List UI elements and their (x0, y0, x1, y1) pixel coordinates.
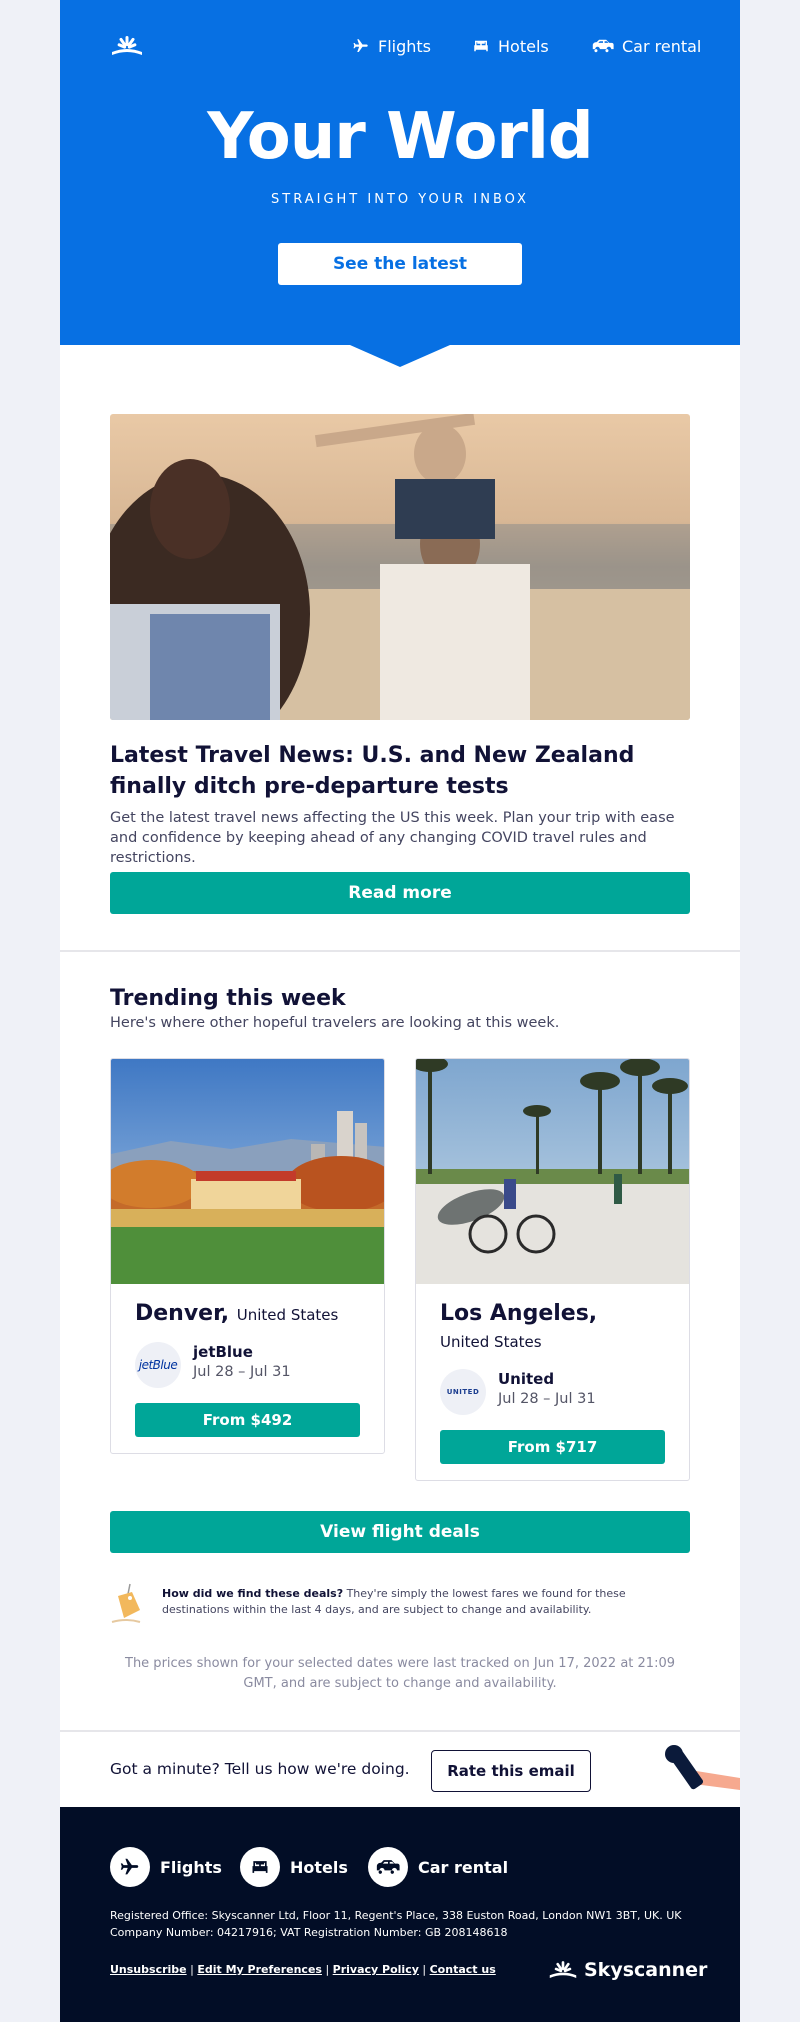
trending-subtitle: Here's where other hopeful travelers are… (110, 1015, 560, 1031)
denver-country: United States (236, 1306, 339, 1324)
footer-car-rental-label: Car rental (418, 1857, 509, 1877)
footer-plane-icon (110, 1847, 150, 1887)
denver-city-image (111, 1059, 384, 1284)
contact-us-link[interactable]: Contact us (430, 1963, 496, 1976)
footer-car-icon (368, 1847, 408, 1887)
la-airline: United (498, 1370, 555, 1388)
rate-this-email-button[interactable]: Rate this email (431, 1750, 591, 1792)
see-the-latest-button[interactable]: See the latest (278, 243, 522, 285)
privacy-policy-link[interactable]: Privacy Policy (333, 1963, 419, 1976)
deal-card-los-angeles[interactable]: Los Angeles, United States UNITED United… (415, 1058, 690, 1481)
footer-links: Unsubscribe | Edit My Preferences | Priv… (110, 1963, 496, 1976)
price-tag-icon (111, 1583, 141, 1623)
section-divider (60, 1730, 740, 1732)
la-dates: Jul 28 – Jul 31 (498, 1391, 596, 1407)
nav-hotels-label: Hotels (498, 36, 549, 56)
footer-hotels-label: Hotels (290, 1857, 348, 1877)
bed-icon (474, 40, 488, 52)
footer-car-rental-link[interactable]: Car rental (368, 1847, 508, 1887)
footer-flights-label: Flights (160, 1857, 222, 1877)
footer: Flights Hotels Car rental Registered Off… (60, 1807, 740, 2022)
nav-flights-label: Flights (378, 36, 431, 56)
hero-subtitle: STRAIGHT INTO YOUR INBOX (271, 192, 529, 207)
los-angeles-beach-image (416, 1059, 689, 1284)
article-title[interactable]: Latest Travel News: U.S. and New Zealand… (110, 740, 690, 802)
car-icon (592, 39, 614, 53)
la-price-button[interactable]: From $717 (440, 1430, 665, 1464)
hero-banner: Flights Hotels Car rental Your World STR… (60, 0, 740, 345)
nav-car-rental-label: Car rental (622, 36, 702, 56)
skyscanner-wordmark: Skyscanner (584, 1959, 708, 1981)
la-country: United States (440, 1333, 542, 1351)
footer-hotels-link[interactable]: Hotels (240, 1847, 348, 1887)
read-more-button[interactable]: Read more (110, 872, 690, 914)
united-logo: UNITED (440, 1369, 486, 1415)
footer-bed-icon (240, 1847, 280, 1887)
nav-flights-link[interactable]: Flights (352, 34, 431, 58)
trending-title: Trending this week (110, 986, 346, 1011)
nav-hotels-link[interactable]: Hotels (472, 34, 549, 58)
unsubscribe-link[interactable]: Unsubscribe (110, 1963, 187, 1976)
denver-dates: Jul 28 – Jul 31 (193, 1364, 291, 1380)
skyscanner-sunburst-icon (549, 1961, 577, 1978)
denver-city-name: Denver, (135, 1301, 230, 1326)
denver-airline: jetBlue (193, 1343, 253, 1361)
nav-car-rental-link[interactable]: Car rental (592, 34, 701, 58)
microphone-hand-icon (665, 1745, 740, 1790)
footer-flights-link[interactable]: Flights (110, 1847, 222, 1887)
price-tracked-disclaimer: The prices shown for your selected dates… (125, 1656, 675, 1691)
feedback-prompt: Got a minute? Tell us how we're doing. (110, 1760, 410, 1778)
jetblue-logo: jetBlue (135, 1342, 181, 1388)
denver-city: Denver, United States (135, 1301, 338, 1326)
deal-card-denver[interactable]: Denver, United States jetBlue jetBlue Ju… (110, 1058, 385, 1454)
skyscanner-footer-logo[interactable]: Skyscanner (548, 1957, 707, 1983)
united-logo-text: UNITED (446, 1388, 480, 1396)
registered-office-text: Registered Office: Skyscanner Ltd, Floor… (110, 1909, 682, 1939)
edit-preferences-link[interactable]: Edit My Preferences (197, 1963, 322, 1976)
email-container: Flights Hotels Car rental Your World STR… (60, 0, 740, 2022)
plane-icon (353, 39, 368, 52)
jetblue-logo-text: jetBlue (138, 1358, 178, 1372)
denver-price-button[interactable]: From $492 (135, 1403, 360, 1437)
article-body: Get the latest travel news affecting the… (110, 810, 675, 866)
deals-note-heading: How did we find these deals? (162, 1587, 344, 1600)
hero-notch (350, 345, 450, 367)
la-city-name: Los Angeles, (440, 1301, 598, 1326)
article-family-beach-image[interactable] (110, 414, 690, 720)
skyscanner-sunburst-icon[interactable] (110, 34, 144, 58)
view-flight-deals-button[interactable]: View flight deals (110, 1511, 690, 1553)
deals-explanation-note: How did we find these deals? They're sim… (162, 1586, 682, 1618)
hero-title: Your World (207, 100, 593, 174)
section-divider (60, 950, 740, 952)
